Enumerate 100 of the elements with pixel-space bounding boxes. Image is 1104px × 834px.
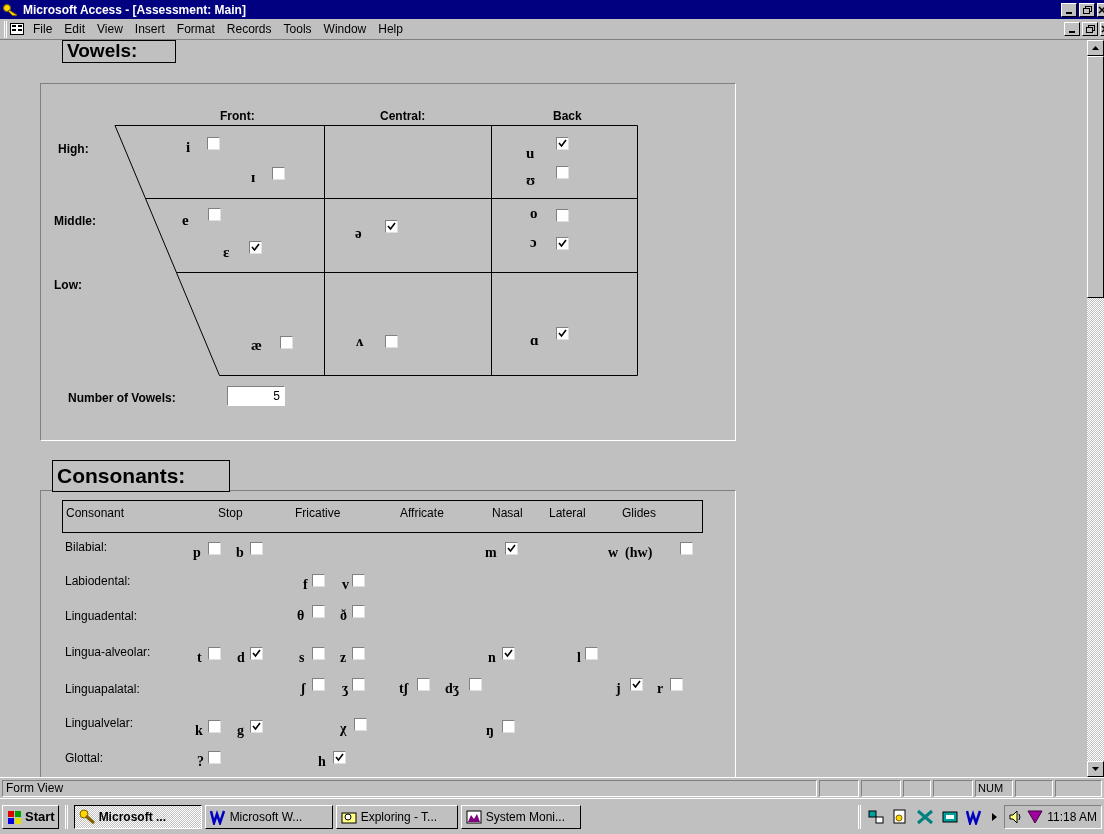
count-field[interactable]: 5 bbox=[227, 386, 285, 406]
taskbar-button[interactable]: Microsoft W... bbox=[204, 804, 333, 829]
menu-item[interactable]: Help bbox=[372, 21, 409, 37]
scroll-down-button[interactable] bbox=[1087, 761, 1104, 777]
vertical-scrollbar[interactable] bbox=[1087, 40, 1104, 777]
vowel-symbol: ə bbox=[355, 225, 362, 242]
menu-item[interactable]: Insert bbox=[128, 21, 171, 37]
consonant-symbol: s bbox=[299, 650, 305, 666]
consonant-symbol: m bbox=[485, 545, 497, 561]
row-label: Lingua-alveolar: bbox=[65, 644, 151, 661]
checkbox[interactable] bbox=[385, 220, 398, 233]
menu-item[interactable]: Tools bbox=[277, 21, 318, 37]
checkbox[interactable] bbox=[352, 678, 365, 691]
minimize-button[interactable] bbox=[1061, 2, 1077, 17]
checkbox[interactable] bbox=[556, 327, 569, 340]
menu-item[interactable]: File bbox=[27, 21, 59, 37]
checkbox[interactable] bbox=[250, 720, 263, 733]
status-panel bbox=[1015, 779, 1053, 797]
scroll-up-button[interactable] bbox=[1087, 40, 1104, 56]
checkbox[interactable] bbox=[556, 166, 569, 179]
taskbar-button[interactable]: Exploring - T... bbox=[335, 804, 458, 829]
menu-item[interactable]: Format bbox=[170, 21, 221, 37]
column-header: Fricative bbox=[295, 505, 341, 522]
menu-item[interactable]: Records bbox=[220, 21, 278, 37]
checkbox[interactable] bbox=[272, 167, 285, 180]
checkbox[interactable] bbox=[208, 647, 221, 660]
checkbox[interactable] bbox=[502, 720, 515, 733]
checkbox[interactable] bbox=[385, 335, 398, 348]
checkbox[interactable] bbox=[208, 720, 221, 733]
consonant-symbol: tʃ bbox=[399, 681, 408, 697]
window-icon[interactable] bbox=[942, 808, 959, 825]
column-header: Stop bbox=[218, 505, 243, 522]
up-arrow-icon bbox=[1092, 46, 1099, 50]
menu-item[interactable]: View bbox=[91, 21, 129, 37]
triangle-icon[interactable] bbox=[1027, 809, 1044, 824]
checkbox[interactable] bbox=[208, 751, 221, 764]
checkbox[interactable] bbox=[556, 209, 569, 222]
consonant-symbol: f bbox=[303, 577, 308, 593]
row-label: High: bbox=[58, 141, 89, 158]
checkbox[interactable] bbox=[505, 542, 518, 555]
checkbox[interactable] bbox=[208, 208, 221, 221]
checkbox[interactable] bbox=[207, 137, 220, 150]
taskbar-button[interactable]: Microsoft ... bbox=[73, 804, 202, 829]
checkbox[interactable] bbox=[417, 678, 430, 691]
taskbar-button[interactable]: System Moni... bbox=[460, 804, 581, 829]
checkbox[interactable] bbox=[354, 718, 367, 731]
checkbox[interactable] bbox=[333, 751, 346, 764]
checkbox[interactable] bbox=[312, 678, 325, 691]
close-button[interactable] bbox=[1097, 2, 1104, 17]
close-icon bbox=[1098, 5, 1104, 14]
checkbox[interactable] bbox=[249, 241, 262, 254]
status-panel bbox=[903, 779, 931, 797]
consonant-symbol: w (hw) bbox=[608, 545, 653, 561]
consonant-symbol: ð bbox=[340, 608, 347, 624]
column-header: Central: bbox=[380, 108, 426, 125]
menu-item[interactable]: Window bbox=[317, 21, 373, 37]
form-icon[interactable] bbox=[10, 23, 24, 35]
vowel-symbol: i bbox=[186, 139, 191, 156]
checkbox[interactable] bbox=[670, 678, 683, 691]
minimize-button[interactable] bbox=[1064, 22, 1080, 36]
row-label: Labiodental: bbox=[65, 573, 131, 590]
restore-button[interactable] bbox=[1079, 2, 1095, 17]
scroll-thumb[interactable] bbox=[1087, 56, 1104, 298]
section-title: Vowels: bbox=[62, 40, 176, 63]
status-text: Form View bbox=[2, 779, 817, 797]
field-label: Number of Vowels: bbox=[68, 390, 176, 407]
restore-icon bbox=[1082, 5, 1092, 14]
checkbox[interactable] bbox=[352, 574, 365, 587]
checkbox[interactable] bbox=[208, 542, 221, 555]
consonant-symbol: b bbox=[236, 545, 244, 561]
row-label: Glottal: bbox=[65, 750, 103, 767]
checkbox[interactable] bbox=[556, 237, 569, 250]
speaker-icon[interactable] bbox=[1009, 809, 1024, 824]
row-label: Bilabial: bbox=[65, 539, 108, 556]
status-panel bbox=[933, 779, 973, 797]
checkbox[interactable] bbox=[585, 647, 598, 660]
checkbox[interactable] bbox=[280, 336, 293, 349]
column-header: Nasal bbox=[492, 505, 523, 522]
checkbox[interactable] bbox=[680, 542, 693, 555]
network-icon[interactable] bbox=[868, 808, 885, 825]
consonant-symbol: ʒ bbox=[342, 681, 349, 697]
restore-button[interactable] bbox=[1082, 22, 1098, 36]
checkbox[interactable] bbox=[312, 647, 325, 660]
start-button[interactable]: Start bbox=[2, 804, 59, 829]
checkbox[interactable] bbox=[312, 605, 325, 618]
checkbox[interactable] bbox=[469, 678, 482, 691]
checkbox[interactable] bbox=[352, 647, 365, 660]
checkbox[interactable] bbox=[352, 605, 365, 618]
row-label: Middle: bbox=[54, 213, 96, 230]
checkbox[interactable] bbox=[250, 647, 263, 660]
window-title: Microsoft Access - [Assessment: Main] bbox=[23, 1, 246, 19]
checkbox[interactable] bbox=[630, 678, 643, 691]
checkbox[interactable] bbox=[502, 647, 515, 660]
menu-item[interactable]: Edit bbox=[58, 21, 92, 37]
arrow-icon[interactable] bbox=[992, 812, 998, 821]
checkbox[interactable] bbox=[312, 574, 325, 587]
checkbox[interactable] bbox=[250, 542, 263, 555]
checkbox[interactable] bbox=[556, 137, 569, 150]
restore-icon bbox=[1085, 25, 1095, 33]
clock: 11:18 AM bbox=[1047, 808, 1097, 826]
